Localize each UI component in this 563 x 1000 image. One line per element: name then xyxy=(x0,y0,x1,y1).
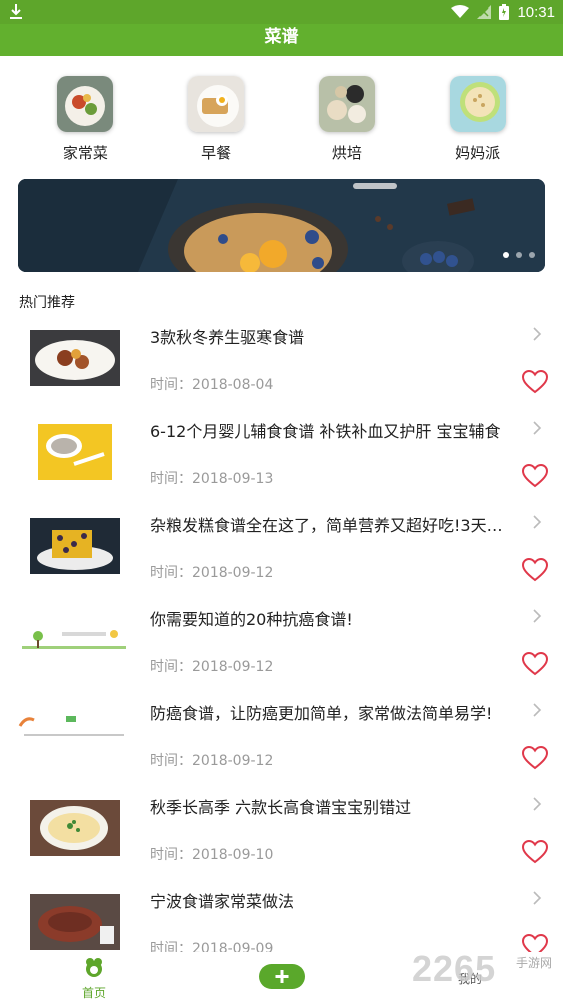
home-dish-photo xyxy=(57,76,114,132)
recipe-thumbnail xyxy=(30,800,120,856)
status-bar: 10:31 xyxy=(0,0,563,24)
clock: 10:31 xyxy=(517,3,555,21)
recipe-date: 时间：2018-09-10 xyxy=(150,847,274,863)
watermark-logo: 2265 xyxy=(412,948,497,989)
breakfast-photo xyxy=(188,76,245,132)
recipe-date: 时间：2018-08-04 xyxy=(150,377,274,393)
baking-photo xyxy=(318,76,375,132)
download-icon xyxy=(10,4,22,19)
recipe-title: 3款秋冬养生驱寒食谱 xyxy=(150,328,305,347)
recipe-thumbnail xyxy=(30,894,120,950)
favorite-heart-icon[interactable] xyxy=(522,652,548,676)
list-item[interactable]: 3款秋冬养生驱寒食谱 时间：2018-08-04 xyxy=(0,312,563,406)
recipe-list: 3款秋冬养生驱寒食谱 时间：2018-08-04 6-12个月婴儿辅食食谱 补铁… xyxy=(0,312,563,970)
favorite-heart-icon[interactable] xyxy=(522,558,548,582)
list-item[interactable]: 杂粮发糕食谱全在这了，简单营养又超好吃!3天做完 时间：2018-09-12 xyxy=(0,500,563,594)
carousel-dot xyxy=(529,252,535,258)
battery-icon xyxy=(499,4,510,20)
category-label: 家常菜 xyxy=(62,144,108,162)
plus-icon xyxy=(275,970,289,983)
page-title: 菜谱 xyxy=(264,27,299,47)
category-baking[interactable]: 烘培 xyxy=(297,72,397,168)
recipe-title: 杂粮发糕食谱全在这了，简单营养又超好吃!3天做完 xyxy=(150,516,515,535)
chevron-right-icon xyxy=(533,891,542,905)
category-breakfast[interactable]: 早餐 xyxy=(166,72,266,168)
tab-home[interactable]: 首页 xyxy=(70,956,118,1000)
recipe-date: 时间：2018-09-12 xyxy=(150,659,274,675)
category-label: 烘培 xyxy=(331,144,362,162)
favorite-heart-icon[interactable] xyxy=(522,840,548,864)
favorite-heart-icon[interactable] xyxy=(522,464,548,488)
wifi-icon xyxy=(451,5,470,18)
recipe-thumbnail xyxy=(30,424,120,480)
recipe-thumbnail xyxy=(16,706,132,762)
recipe-title: 你需要知道的20种抗癌食谱! xyxy=(150,610,353,629)
tab-home-label: 首页 xyxy=(81,986,106,1000)
list-item[interactable]: 6-12个月婴儿辅食食谱 补铁补血又护肝 宝宝辅食 时间：2018-09-13 xyxy=(0,406,563,500)
category-label: 妈妈派 xyxy=(455,144,501,162)
favorite-heart-icon[interactable] xyxy=(522,370,548,394)
recipe-title: 秋季长高季 六款长高食谱宝宝别错过 xyxy=(150,798,412,817)
watermark-text: 手游网 xyxy=(516,956,553,970)
recipe-date: 时间：2018-09-12 xyxy=(150,565,274,581)
chevron-right-icon xyxy=(533,797,542,811)
carousel-dot xyxy=(516,252,522,258)
recipe-title: 6-12个月婴儿辅食食谱 补铁补血又护肝 宝宝辅食 xyxy=(150,422,501,441)
category-label: 早餐 xyxy=(201,144,232,162)
category-grid: 家常菜 早餐 烘培 妈妈派 xyxy=(0,72,563,168)
category-mom-dish[interactable]: 妈妈派 xyxy=(428,72,528,168)
recipe-title: 防癌食谱，让防癌更加简单，家常做法简单易学! xyxy=(150,704,493,723)
recipe-thumbnail xyxy=(30,330,120,386)
recipe-date: 时间：2018-09-12 xyxy=(150,753,274,769)
chevron-right-icon xyxy=(533,421,542,435)
section-title: 热门推荐 xyxy=(19,295,75,311)
chevron-right-icon xyxy=(533,703,542,717)
add-button[interactable] xyxy=(259,964,305,989)
list-item[interactable]: 防癌食谱，让防癌更加简单，家常做法简单易学! 时间：2018-09-12 xyxy=(0,688,563,782)
list-item[interactable]: 你需要知道的20种抗癌食谱! 时间：2018-09-12 xyxy=(0,594,563,688)
banner-photo xyxy=(18,179,545,272)
carousel-indicator xyxy=(503,252,535,258)
recipe-thumbnail xyxy=(18,612,130,668)
category-home-dish[interactable]: 家常菜 xyxy=(35,72,135,168)
recipe-thumbnail xyxy=(30,518,120,574)
chevron-right-icon xyxy=(533,515,542,529)
chef-home-icon xyxy=(86,958,102,977)
site-watermark: 2265 手游网 xyxy=(412,948,562,996)
recipe-date: 时间：2018-09-13 xyxy=(150,471,274,487)
chevron-right-icon xyxy=(533,609,542,623)
banner-carousel[interactable] xyxy=(18,179,545,272)
recipe-title: 宁波食谱家常菜做法 xyxy=(150,892,295,911)
list-item[interactable]: 秋季长高季 六款长高食谱宝宝别错过 时间：2018-09-10 xyxy=(0,782,563,876)
favorite-heart-icon[interactable] xyxy=(522,746,548,770)
chevron-right-icon xyxy=(533,327,542,341)
signal-icon xyxy=(477,5,492,19)
carousel-dot xyxy=(503,252,509,258)
app-bar: 菜谱 xyxy=(0,24,563,56)
mom-dish-photo xyxy=(449,76,506,132)
